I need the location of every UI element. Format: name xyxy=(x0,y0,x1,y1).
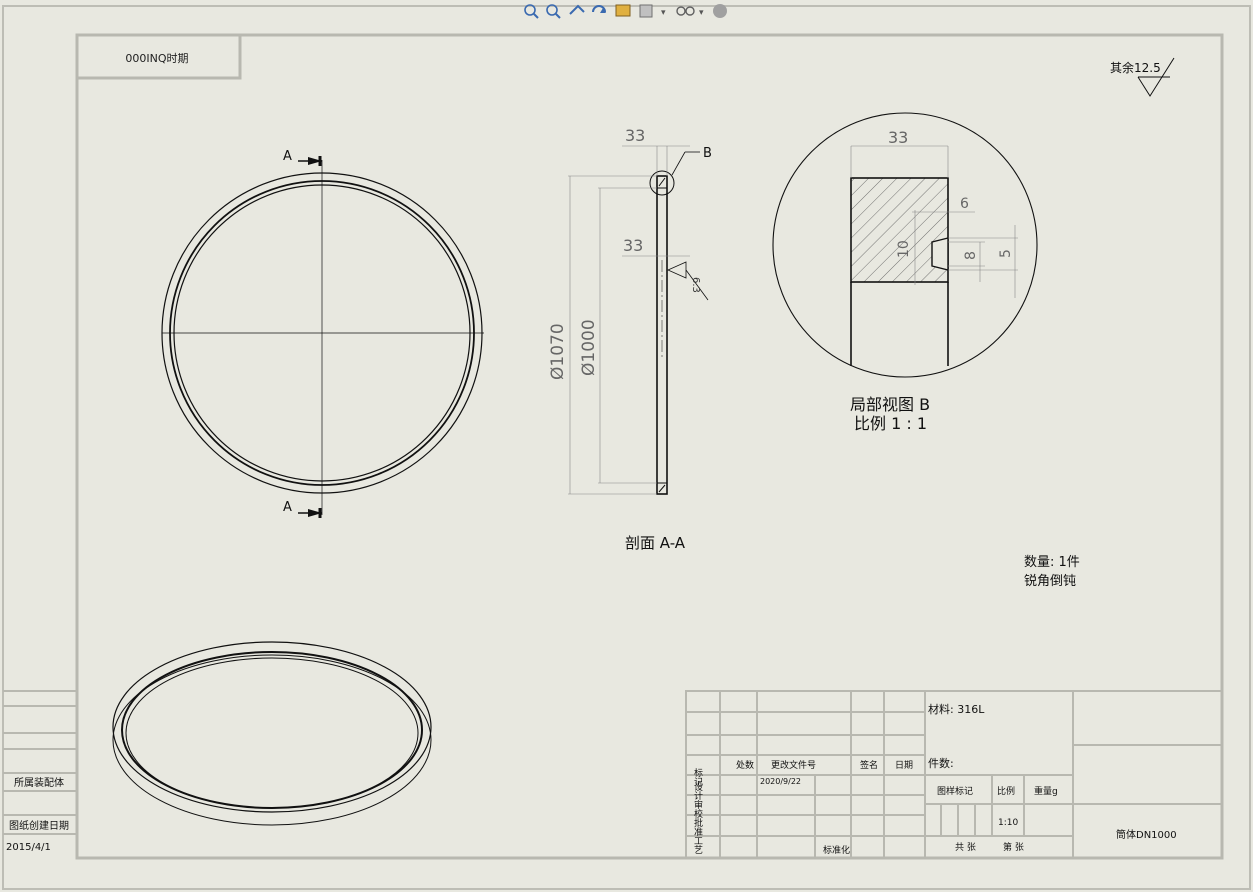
date-label: 图纸创建日期 xyxy=(9,819,69,832)
section-label-top: A xyxy=(283,149,292,164)
detail-caption-1: 局部视图 B xyxy=(850,395,930,414)
note-chamfer: 锐角倒钝 xyxy=(1024,574,1076,589)
std-label: 标准化 xyxy=(823,844,850,856)
detail-dim-mid: 8 xyxy=(963,251,979,260)
col-sign: 签名 xyxy=(860,759,878,771)
dim-inner-dia: Ø1000 xyxy=(579,319,599,376)
material: 材料: 316L xyxy=(928,702,985,716)
date-value: 2015/4/1 xyxy=(6,842,51,853)
mirrored-title: 000INQ时期 xyxy=(125,52,188,65)
row-labels: 设计审校批准工艺 xyxy=(692,782,703,854)
roughness-text: 其余12.5 xyxy=(1110,60,1161,75)
dim-roughness: 6.3 xyxy=(690,277,701,293)
detail-label-b: B xyxy=(703,146,712,161)
weight-label: 重量g xyxy=(1034,785,1058,797)
dim-width-mid: 33 xyxy=(623,236,643,255)
svg-text:▾: ▾ xyxy=(661,8,666,18)
dim-width-top: 33 xyxy=(625,126,645,145)
detail-dim-outer: 10 xyxy=(896,240,912,258)
scale-label: 比例 xyxy=(997,785,1015,797)
date-value-tb: 2020/9/22 xyxy=(760,777,801,786)
svg-text:▾: ▾ xyxy=(699,8,704,18)
dim-outer-dia: Ø1070 xyxy=(548,323,568,380)
col-date: 日期 xyxy=(895,760,913,771)
part-name: 筒体DN1000 xyxy=(1116,828,1177,841)
col-count: 处数 xyxy=(736,759,754,771)
scale-value: 1:10 xyxy=(998,818,1018,828)
detail-dim-inner: 5 xyxy=(998,249,1014,258)
note-quantity: 数量: 1件 xyxy=(1024,555,1080,570)
sheets-total: 共 张 xyxy=(955,842,976,853)
hide-show-icon[interactable] xyxy=(713,4,727,18)
detail-dim-width: 33 xyxy=(888,128,908,147)
detail-dim-depth: 6 xyxy=(960,196,969,212)
assembly-label: 所属装配体 xyxy=(14,776,64,789)
section-caption: 剖面 A-A xyxy=(625,534,686,552)
col-doc: 更改文件号 xyxy=(771,759,816,771)
sheet-no: 第 张 xyxy=(1003,841,1024,853)
section-label-bottom: A xyxy=(283,500,292,515)
pan-icon[interactable] xyxy=(615,4,631,17)
part-count: 件数: xyxy=(928,757,954,770)
sheet-mark: 图样标记 xyxy=(937,785,973,797)
drawing-sheet: ▾ ▾ 000INQ时期 其余12.5 A A B 33 33 6.3 Ø107… xyxy=(0,0,1253,892)
detail-caption-2: 比例 1 : 1 xyxy=(854,414,927,433)
